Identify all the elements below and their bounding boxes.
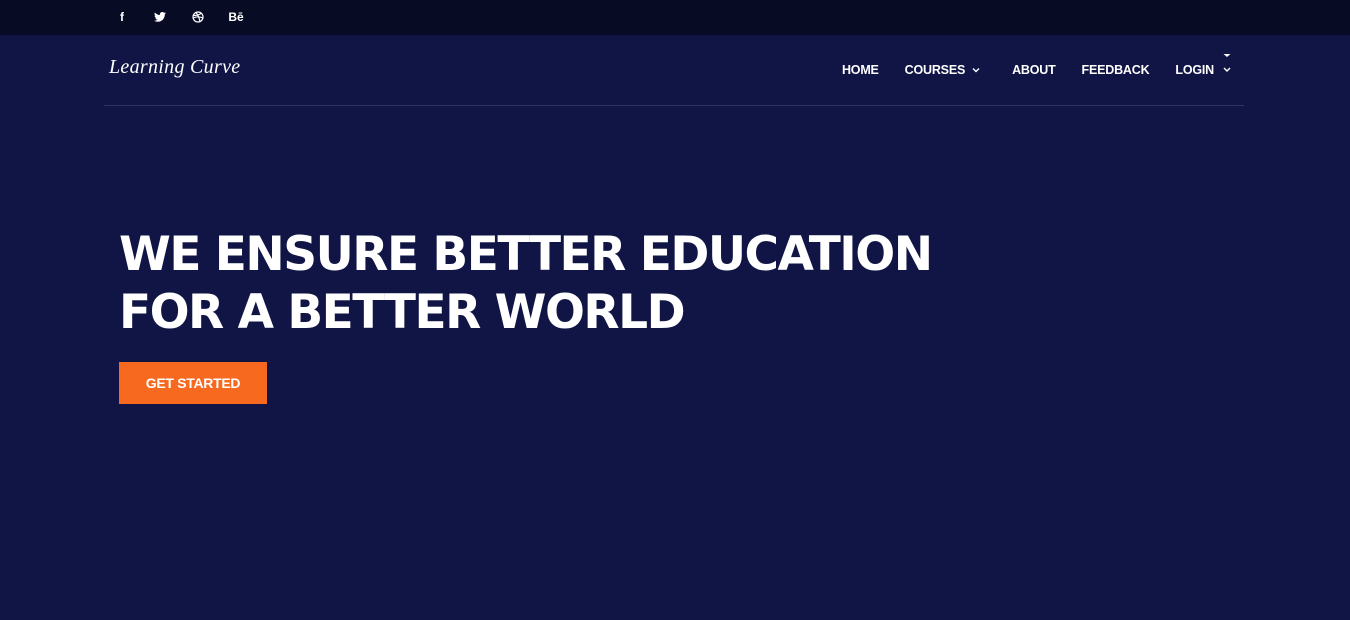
hero-title: WE ENSURE BETTER EDUCATION FOR A BETTER … xyxy=(119,226,933,342)
hero-title-line-1: WE ENSURE BETTER EDUCATION xyxy=(119,227,933,282)
site-header: Learning Curve HOME COURSES ABOUT FEEDBA… xyxy=(0,35,1350,105)
hero-title-line-2: FOR A BETTER WORLD xyxy=(119,285,686,340)
behance-icon[interactable]: Bē xyxy=(222,3,250,31)
twitter-icon[interactable] xyxy=(146,3,174,31)
chevron-down-icon xyxy=(972,67,980,73)
facebook-icon[interactable]: f xyxy=(108,3,136,31)
nav-feedback-label: FEEDBACK xyxy=(1081,63,1150,77)
nav-feedback[interactable]: FEEDBACK xyxy=(1082,63,1150,77)
dribbble-icon[interactable] xyxy=(184,3,212,31)
site-logo[interactable]: Learning Curve xyxy=(109,56,240,79)
get-started-button[interactable]: GET STARTED xyxy=(119,362,267,404)
nav-home-label: HOME xyxy=(841,63,879,77)
nav-about[interactable]: ABOUT xyxy=(1012,63,1056,77)
nav-courses[interactable]: COURSES xyxy=(905,63,980,77)
nav-login[interactable]: LOGIN xyxy=(1175,54,1236,77)
hero-section: WE ENSURE BETTER EDUCATION FOR A BETTER … xyxy=(119,226,933,342)
chevron-down-icon xyxy=(1222,52,1232,74)
nav-courses-label: COURSES xyxy=(904,63,966,77)
top-bar: f Bē xyxy=(0,0,1350,35)
nav-home[interactable]: HOME xyxy=(842,63,879,77)
main-nav: HOME COURSES ABOUT FEEDBACK LOGIN xyxy=(816,35,1236,105)
nav-login-label: LOGIN xyxy=(1175,63,1214,77)
nav-about-label: ABOUT xyxy=(1012,63,1056,77)
social-links: f Bē xyxy=(108,0,260,33)
header-divider xyxy=(104,105,1244,106)
